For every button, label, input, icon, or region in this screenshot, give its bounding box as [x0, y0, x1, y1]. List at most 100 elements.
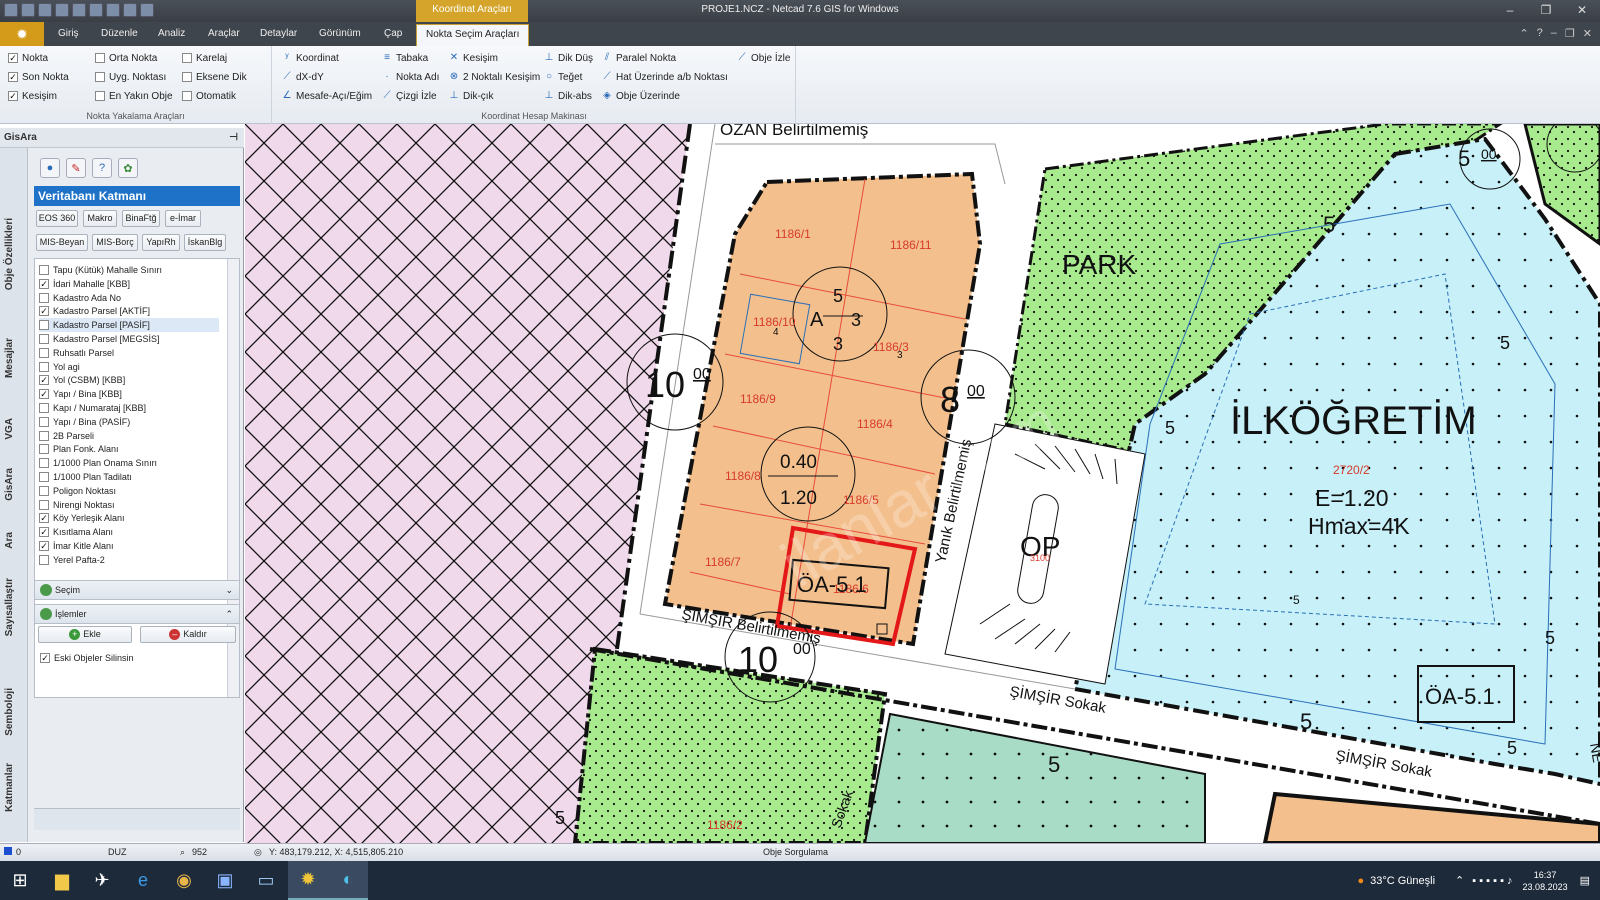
- snap-uyg-noktasi[interactable]: Uyg. Noktası: [95, 69, 166, 85]
- tab-analiz[interactable]: Analiz: [154, 26, 189, 46]
- layer-checkbox[interactable]: [39, 403, 49, 413]
- mini-close-icon[interactable]: ✕: [1583, 27, 1592, 40]
- layer-checkbox[interactable]: [39, 292, 49, 303]
- layer-checkbox[interactable]: [39, 361, 49, 372]
- netcad-taskbar-icon[interactable]: ✹: [288, 861, 328, 900]
- layer-checkbox[interactable]: [39, 320, 49, 331]
- layer-row[interactable]: 1/1000 Plan Onama Sınırı: [39, 456, 157, 470]
- checkbox-icon[interactable]: [182, 72, 192, 82]
- vtab-gisara[interactable]: GisAra: [4, 468, 15, 501]
- coord-kesisim[interactable]: ✕ Kesişim: [448, 50, 498, 66]
- snap-otomatik[interactable]: Otomatik: [182, 88, 236, 104]
- makro-button[interactable]: Makro: [83, 210, 117, 227]
- help-tool-icon[interactable]: ?: [92, 158, 112, 178]
- snap-karelaj[interactable]: Karelaj: [182, 50, 227, 66]
- checkbox-icon[interactable]: ✓: [40, 653, 50, 663]
- maximize-button[interactable]: ❐: [1528, 0, 1564, 22]
- help-icon[interactable]: ?: [1537, 27, 1543, 40]
- coord-hat-uzerinde[interactable]: ⟋ Hat Üzerinde a/b Noktası: [601, 69, 728, 85]
- layer-checkbox[interactable]: [39, 430, 49, 441]
- layer-row[interactable]: Nirengi Noktası: [39, 498, 115, 512]
- layer-checkbox[interactable]: [39, 347, 49, 358]
- layer-row[interactable]: ✓ İmar Kitle Alanı: [39, 539, 114, 553]
- mis-borc-button[interactable]: MIS-Borç: [92, 234, 138, 251]
- layer-checkbox[interactable]: ✓: [39, 527, 49, 538]
- undo-icon[interactable]: [89, 3, 103, 17]
- layer-checkbox[interactable]: [39, 554, 49, 565]
- checkbox-icon[interactable]: ✓: [8, 53, 18, 63]
- layer-row[interactable]: Yol agi: [39, 360, 80, 374]
- coord-dik-abs[interactable]: ⊥ Dik-abs: [543, 88, 592, 104]
- vtab-obje-ozellikleri[interactable]: Obje Özellikleri: [4, 218, 15, 290]
- tab-gorunum[interactable]: Görünüm: [315, 26, 365, 46]
- map-canvas[interactable]: ÖZAN Belirtilmemiş Yanık Belirtilmemiş Ş…: [245, 124, 1600, 843]
- layer-row[interactable]: Kadastro Parsel [PASİF]: [39, 318, 219, 333]
- window-icon[interactable]: ▭: [246, 861, 286, 900]
- coord-mesafe[interactable]: ∠ Mesafe-Açı/Eğim: [281, 88, 373, 104]
- coord-nokta-adi[interactable]: · Nokta Adı: [381, 69, 439, 85]
- coord-obje-uzerinde[interactable]: ◈ Obje Üzerinde: [601, 88, 680, 104]
- layer-checkbox[interactable]: [39, 472, 49, 482]
- tab-araclar[interactable]: Araçlar: [204, 26, 244, 46]
- snap-en-yakin[interactable]: En Yakın Obje: [95, 88, 173, 104]
- snap-eksene-dik[interactable]: Eksene Dik: [182, 69, 247, 85]
- tab-duzenle[interactable]: Düzenle: [97, 26, 142, 46]
- layer-checkbox[interactable]: ✓: [39, 278, 49, 289]
- file-explorer-icon[interactable]: ▆: [42, 861, 82, 900]
- tab-nokta-secim[interactable]: Nokta Seçim Araçları: [416, 24, 530, 46]
- chrome-icon[interactable]: ◉: [164, 861, 204, 900]
- layer-row[interactable]: ✓ Kısıtlama Alanı: [39, 525, 113, 539]
- vtab-mesajlar[interactable]: Mesajlar: [4, 338, 15, 378]
- globe-icon[interactable]: ●: [40, 158, 60, 178]
- layer-row[interactable]: ✓ Yol (CSBM) [KBB]: [39, 373, 125, 387]
- print-icon[interactable]: [72, 3, 86, 17]
- snap-son-nokta[interactable]: ✓ Son Nokta: [8, 69, 69, 85]
- remove-button[interactable]: – Kaldır: [140, 626, 236, 643]
- layer-checkbox[interactable]: [39, 416, 49, 427]
- iskanblg-button[interactable]: İskanBlg: [184, 234, 226, 251]
- layer-checkbox[interactable]: ✓: [39, 389, 49, 400]
- checkbox-icon[interactable]: [95, 53, 105, 63]
- layer-checkbox[interactable]: ✓: [39, 375, 49, 386]
- application-menu-button[interactable]: ✹: [0, 22, 44, 46]
- add-button[interactable]: + Ekle: [38, 626, 132, 643]
- checkbox-icon[interactable]: ✓: [8, 91, 18, 101]
- layer-row[interactable]: ✓ İdari Mahalle [KBB]: [39, 277, 130, 291]
- clock[interactable]: 16:37 23.08.2023: [1523, 869, 1568, 893]
- layer-row[interactable]: ✓ Yapı / Bina [KBB]: [39, 387, 122, 401]
- layer-row[interactable]: Poligon Noktası: [39, 484, 116, 498]
- notification-icon[interactable]: ▤: [1580, 874, 1590, 887]
- layer-row[interactable]: Kadastro Ada No: [39, 291, 121, 305]
- layer-row[interactable]: 2B Parseli: [39, 429, 94, 443]
- vtab-semboloji[interactable]: Semboloji: [4, 688, 15, 736]
- coord-teget[interactable]: ○ Teğet: [543, 69, 583, 85]
- zoom-icon[interactable]: [140, 3, 154, 17]
- vtab-vga[interactable]: VGA: [4, 418, 15, 440]
- checkbox-icon[interactable]: [182, 91, 192, 101]
- settings-icon[interactable]: ✿: [118, 158, 138, 178]
- coord-cizgi-izle[interactable]: ⟋ Çizgi İzle: [381, 88, 437, 104]
- weather-text[interactable]: 33°C Güneşli: [1370, 875, 1435, 887]
- snap-orta-nokta[interactable]: Orta Nokta: [95, 50, 157, 66]
- tab-detaylar[interactable]: Detaylar: [256, 26, 301, 46]
- coord-tabaka[interactable]: ≡ Tabaka: [381, 50, 428, 66]
- pin-icon[interactable]: ⊣: [229, 128, 238, 148]
- eimar-button[interactable]: e-İmar: [165, 210, 201, 227]
- status-layer[interactable]: 0: [16, 847, 21, 857]
- layer-checkbox[interactable]: [39, 444, 49, 455]
- checkbox-icon[interactable]: [95, 72, 105, 82]
- mis-beyan-button[interactable]: MIS-Beyan: [36, 234, 88, 251]
- tab-giris[interactable]: Giriş: [54, 26, 83, 46]
- layer-checkbox[interactable]: [39, 458, 49, 469]
- coord-dik-cik[interactable]: ⊥ Dik-çık: [448, 88, 494, 104]
- binaftg-button[interactable]: BinaFtğ: [122, 210, 160, 227]
- layer-row[interactable]: Kapı / Numarataj [KBB]: [39, 401, 146, 415]
- checkbox-icon[interactable]: [95, 91, 105, 101]
- layer-checkbox[interactable]: ✓: [39, 306, 49, 317]
- layer-checkbox[interactable]: [39, 265, 49, 275]
- yapirh-button[interactable]: YapıRh: [142, 234, 180, 251]
- ribbon-up-icon[interactable]: ⌃: [1519, 27, 1528, 40]
- layer-checkbox[interactable]: [39, 334, 49, 344]
- layer-row[interactable]: Kadastro Parsel [MEGSİS]: [39, 332, 160, 346]
- delete-old-objects-checkbox[interactable]: ✓ Eski Objeler Silinsin: [40, 650, 134, 666]
